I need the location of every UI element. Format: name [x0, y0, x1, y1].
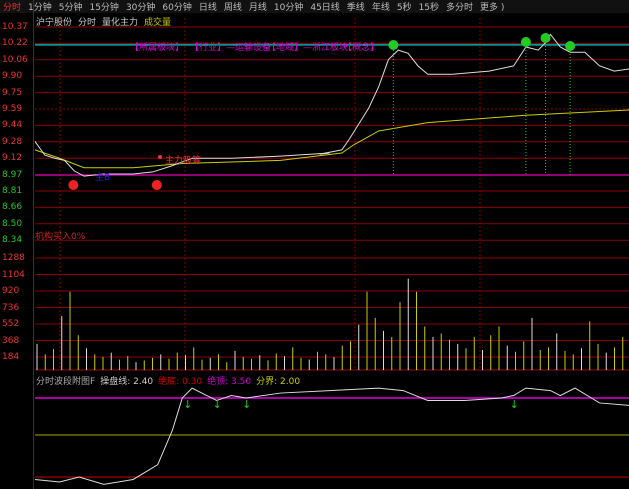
divide-value: 2.00 [280, 377, 301, 387]
indicator-line [34, 387, 629, 485]
tag-industry[interactable]: 【行业】—运输设备 [190, 40, 271, 53]
tag-region[interactable]: 【地域】—浙江板块 [267, 40, 348, 53]
sell-arrow-icon: ↓ [213, 398, 222, 411]
op-value: 2.40 [133, 377, 154, 387]
zhuang-marker [565, 41, 576, 51]
marker-b: 主B [95, 173, 111, 183]
zhuang-marker [520, 37, 531, 47]
sell-arrow-icon: ↓ [510, 398, 519, 411]
op-label: 操盘线: [100, 377, 131, 387]
indicator-name: 分时波段附图F [36, 377, 96, 387]
top-label: 绝顶: [207, 377, 229, 387]
price-line [34, 33, 629, 177]
chart-area: ↓ ↓ ↓ ↓ [34, 18, 629, 485]
zhuang-marker [388, 40, 399, 50]
main-force-dot [158, 155, 162, 159]
inst-buy-label: 机构买入0% [35, 232, 86, 242]
indicator-header: 分时波段附图F 操盘线: 2.40 绝底: 0.30 绝顶: 3.50 分界: … [36, 374, 300, 387]
main-force-label: 主力吸筹 [165, 156, 202, 166]
sell-arrow-icon: ↓ [242, 398, 251, 411]
bottom-label: 绝底: [158, 377, 180, 387]
tag-concept[interactable]: 【概念】 [343, 40, 379, 53]
zhuang-marker [540, 33, 551, 43]
divide-label: 分界: [256, 377, 278, 387]
tag-sector[interactable]: 【所属板块】 [130, 40, 184, 53]
avg-price-line [34, 109, 629, 169]
bottom-value: 0.30 [182, 377, 203, 387]
sell-arrow-icon: ↓ [183, 398, 192, 411]
top-value: 3.50 [231, 377, 252, 387]
tuo-marker [151, 180, 162, 190]
tuo-marker [68, 180, 79, 190]
